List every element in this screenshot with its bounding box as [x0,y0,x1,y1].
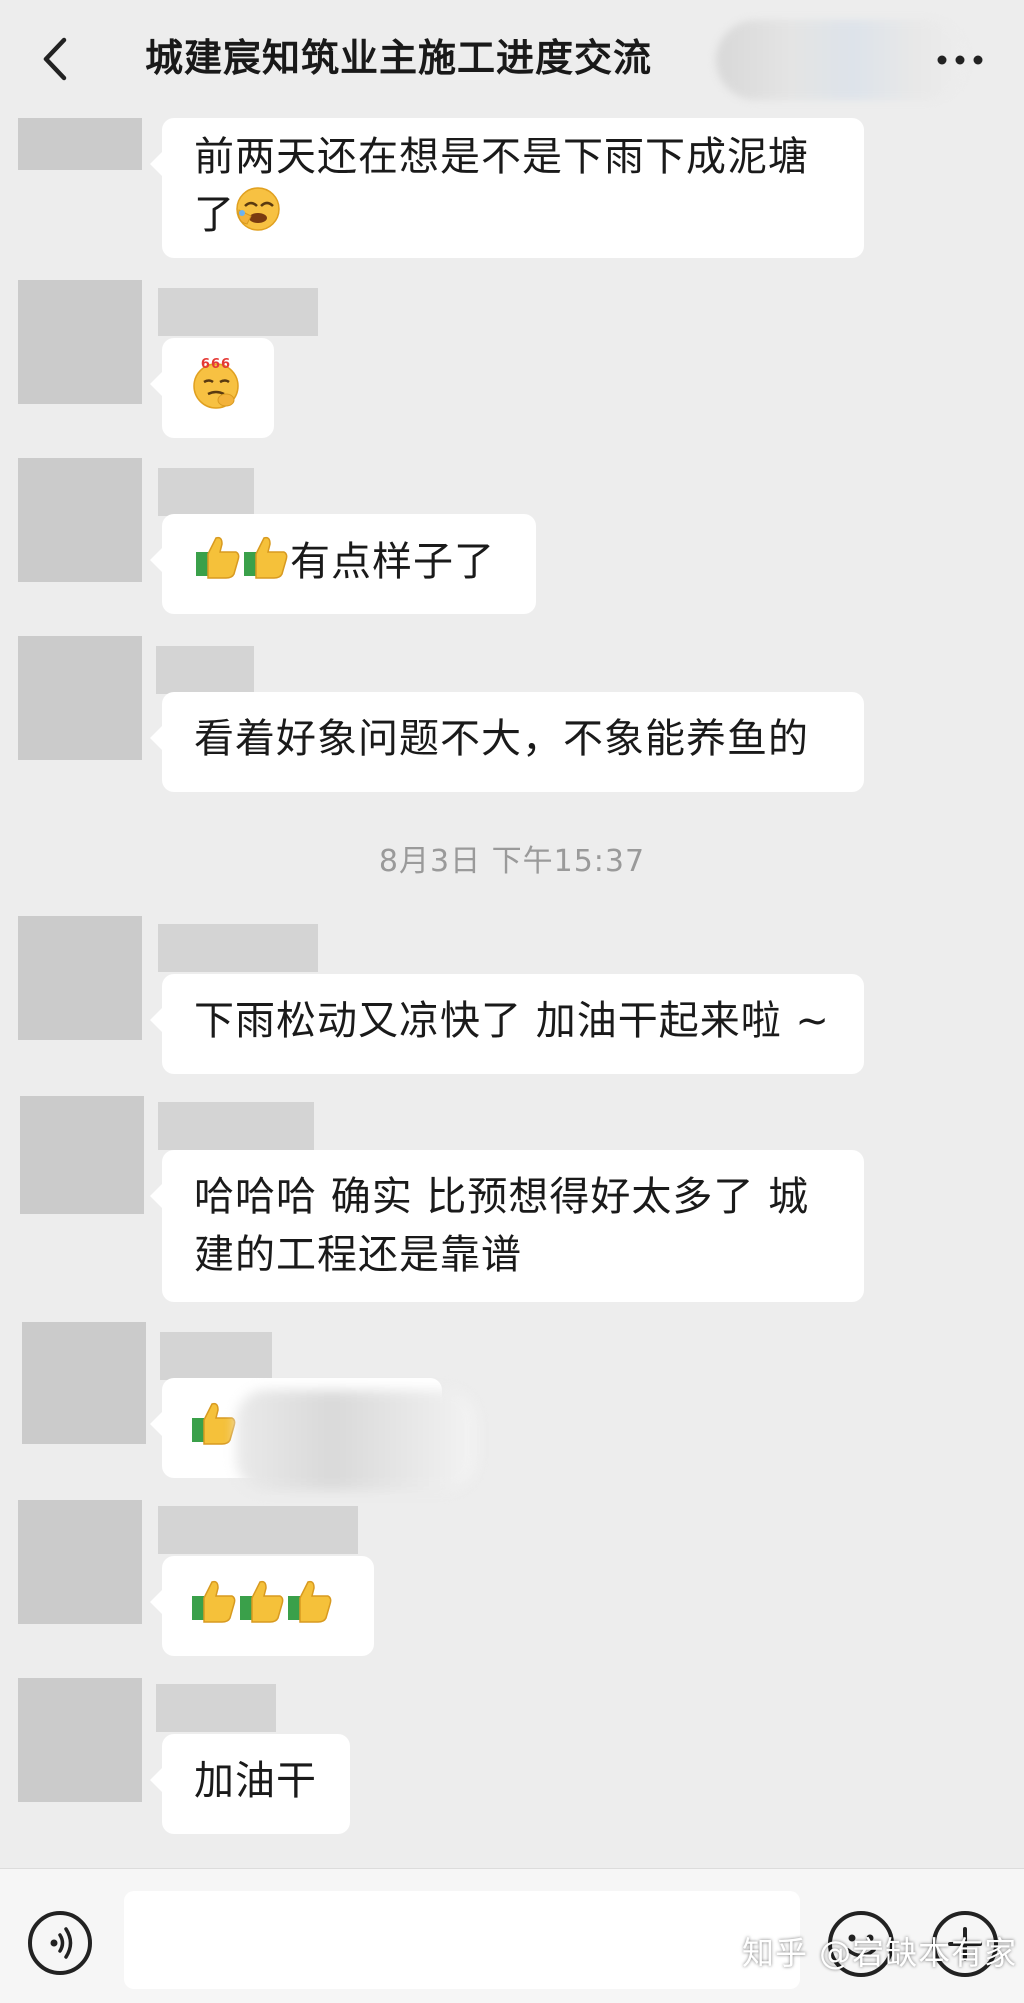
back-icon[interactable] [36,34,76,84]
chat-header: 城建宸知筑业主施工进度交流 [0,0,1024,118]
message-text: 有点样子了 [290,539,495,585]
avatar[interactable] [18,280,142,404]
sender-name-redacted [158,1102,314,1150]
sender-name-redacted [158,924,318,972]
message-bubble[interactable]: 下雨松动又凉快了 加油干起来啦 ~ [150,974,864,1074]
avatar[interactable] [20,1096,144,1214]
message-bubble[interactable]: 有点样子了 [150,514,536,614]
message-text: 加油干 [194,1758,317,1804]
message-text: 看着好象问题不大，不象能养鱼的 [194,716,809,762]
avatar[interactable] [18,118,142,170]
message-bubble[interactable]: 看着好象问题不大，不象能养鱼的 [150,692,864,792]
avatar[interactable] [22,1322,146,1444]
thinking-666-emoji: 666 [190,354,242,428]
thumbs-up-icon [190,1398,238,1462]
more-icon[interactable] [936,55,984,65]
thumbs-up-icon [194,532,242,596]
avatar[interactable] [18,1500,142,1624]
avatar[interactable] [18,1678,142,1802]
avatar[interactable] [18,636,142,760]
thumbs-up-icon [286,1576,334,1640]
message-bubble[interactable]: 哈哈哈 确实 比预想得好太多了 城建的工程还是靠谱 [150,1150,864,1302]
watermark: 知乎 @宕缺本有家 [742,1934,1018,1972]
timestamp: 8月3日 下午15:37 [378,844,646,879]
message-input[interactable] [124,1891,800,1989]
thumbs-up-icon [238,1576,286,1640]
chat-title: 城建宸知筑业主施工进度交流 [145,36,653,80]
message-bubble[interactable]: 666 [150,338,274,438]
voice-icon[interactable] [28,1911,92,1975]
message-bubble[interactable]: 前两天还在想是不是下雨下成泥塘了 [150,118,864,258]
thumbs-up-icon [190,1576,238,1640]
message-text: 哈哈哈 确实 比预想得好太多了 城建的工程还是靠谱 [194,1174,810,1278]
sender-name-redacted [156,1684,276,1732]
message-bubble[interactable] [150,1556,374,1656]
face-palm-emoji [235,186,281,248]
message-text: 前两天还在想是不是下雨下成泥塘了 [194,134,809,238]
thumbs-up-icon [242,532,290,596]
message-bubble[interactable]: 加油干 [150,1734,350,1834]
sender-name-redacted [158,468,254,516]
sender-name-redacted [158,1506,358,1554]
avatar[interactable] [18,916,142,1040]
message-text: 下雨松动又凉快了 加油干起来啦 ~ [194,998,830,1044]
sender-name-redacted [160,1332,272,1380]
sender-name-redacted [158,288,318,336]
emoji-666-text: 666 [201,357,231,372]
blurred-member-count [716,20,966,100]
blurred-redaction [236,1390,476,1490]
avatar[interactable] [18,458,142,582]
sender-name-redacted [156,646,254,694]
